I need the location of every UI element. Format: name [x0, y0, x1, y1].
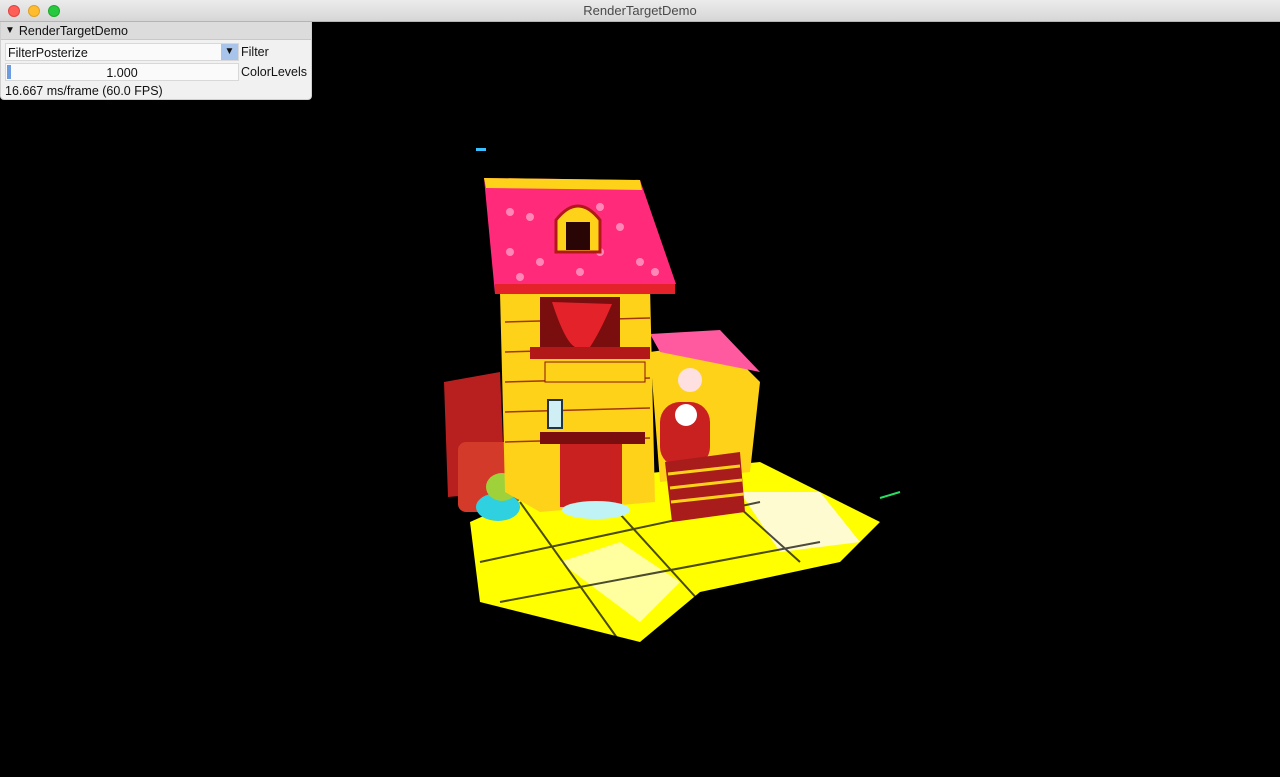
debug-panel: ▼ RenderTargetDemo FilterPosterize ▼ Fil… — [0, 22, 312, 100]
panel-title: RenderTargetDemo — [18, 23, 128, 38]
chevron-down-icon[interactable]: ▼ — [221, 44, 238, 60]
collapse-arrow-icon[interactable]: ▼ — [5, 25, 15, 36]
filter-label: Filter — [241, 45, 269, 59]
color-levels-value: 1.000 — [106, 66, 138, 80]
app-window: RenderTargetDemo ▼ RenderTargetDemo Filt… — [0, 0, 1280, 777]
filter-combo-value: FilterPosterize — [8, 46, 88, 60]
color-levels-row: 1.000 ColorLevels — [1, 62, 311, 81]
title-bar[interactable]: RenderTargetDemo — [0, 0, 1280, 22]
color-levels-label: ColorLevels — [241, 65, 308, 79]
window-title: RenderTargetDemo — [583, 3, 697, 18]
color-levels-slider[interactable]: 1.000 — [5, 63, 239, 81]
fps-text: 16.667 ms/frame (60.0 FPS) — [5, 83, 163, 98]
posterized-house-scene — [444, 148, 901, 643]
filter-row: FilterPosterize ▼ Filter — [1, 42, 311, 61]
render-viewport[interactable] — [0, 22, 1280, 777]
filter-combo[interactable]: FilterPosterize ▼ — [5, 43, 239, 61]
panel-header[interactable]: ▼ RenderTargetDemo — [1, 22, 311, 40]
